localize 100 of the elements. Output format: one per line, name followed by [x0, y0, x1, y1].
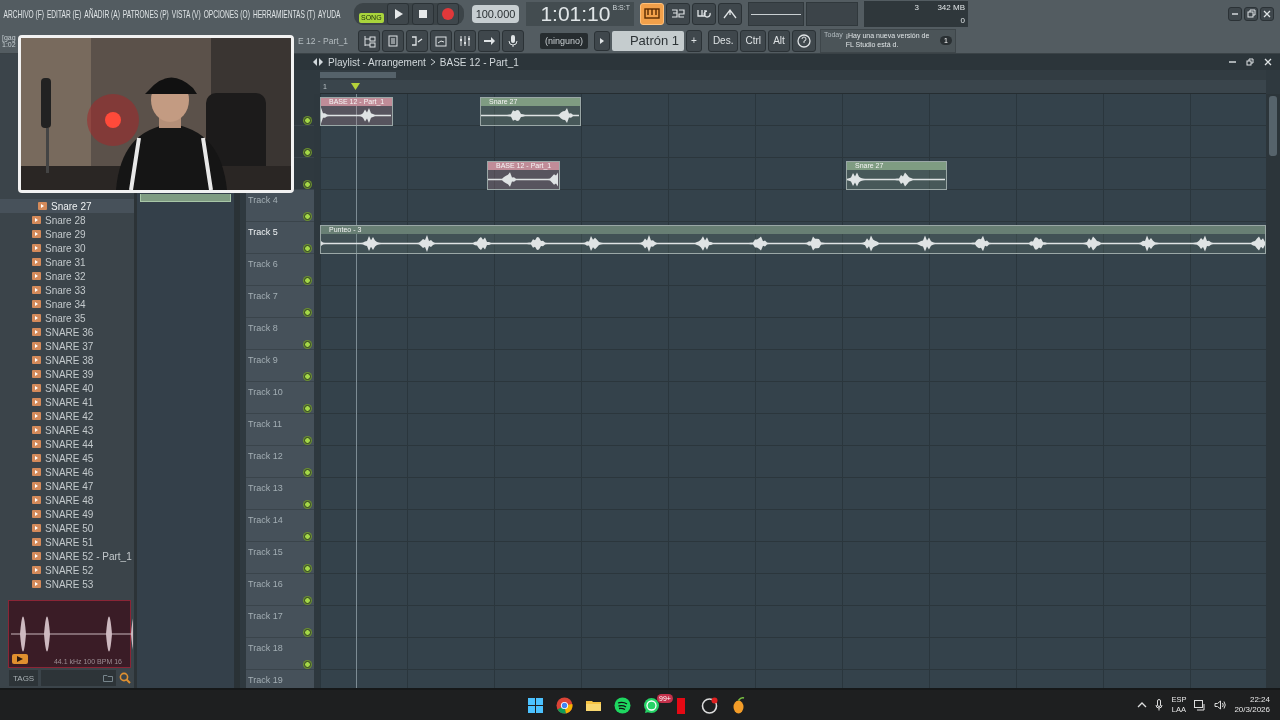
stop-button[interactable]	[411, 3, 434, 25]
track-header[interactable]: Track 5	[246, 222, 314, 254]
tags-field[interactable]	[41, 670, 116, 686]
track-toggle[interactable]	[304, 117, 311, 124]
tempo-field[interactable]: 100.000	[471, 5, 520, 23]
browser-item[interactable]: SNARE 42	[0, 409, 134, 423]
scrollbar-thumb[interactable]	[1269, 96, 1277, 156]
speaker-icon[interactable]	[1214, 700, 1227, 710]
track-header[interactable]: Track 9	[246, 350, 314, 382]
add-pattern-button[interactable]: +	[686, 29, 702, 52]
browser-item[interactable]: SNARE 43	[0, 423, 134, 437]
browser-item[interactable]: SNARE 46	[0, 465, 134, 479]
menu-item[interactable]: AYUDA	[318, 8, 341, 20]
toolbar-button[interactable]	[454, 29, 476, 52]
track-toggle[interactable]	[304, 629, 311, 636]
browser-item[interactable]: Snare 32	[0, 269, 134, 283]
track-header[interactable]: Track 19	[246, 670, 314, 688]
browser-item[interactable]: Snare 34	[0, 297, 134, 311]
toolbar-button[interactable]	[666, 3, 690, 25]
track-toggle[interactable]	[304, 149, 311, 156]
tags-button[interactable]: TAGS	[9, 670, 39, 686]
browser-item[interactable]: SNARE 44	[0, 437, 134, 451]
toolbar-button[interactable]	[478, 29, 500, 52]
browser-item[interactable]: Snare 29	[0, 227, 134, 241]
key-button[interactable]: Des.	[707, 29, 739, 52]
help-button[interactable]	[792, 29, 816, 52]
track-toggle[interactable]	[304, 533, 311, 540]
browser-item[interactable]: Snare 31	[0, 255, 134, 269]
audio-clip[interactable]	[140, 194, 231, 202]
track-header[interactable]: Track 10	[246, 382, 314, 414]
track-header[interactable]: Track 4	[246, 190, 314, 222]
browser-item[interactable]: SNARE 40	[0, 381, 134, 395]
clock[interactable]: 22:24 20/3/2026	[1234, 695, 1270, 715]
menu-item[interactable]: ARCHIVO (F)	[3, 8, 44, 20]
toolbar-button[interactable]	[358, 29, 380, 52]
browser-item[interactable]: Snare 28	[0, 213, 134, 227]
track-toggle[interactable]	[304, 213, 311, 220]
close-button[interactable]	[1260, 7, 1274, 21]
menu-item[interactable]: AÑADIR (A)	[84, 8, 120, 20]
track-toggle[interactable]	[304, 341, 311, 348]
browser-item[interactable]: SNARE 53	[0, 577, 134, 591]
browser-item[interactable]: SNARE 47	[0, 479, 134, 493]
browser-item[interactable]: SNARE 45	[0, 451, 134, 465]
restore-button[interactable]	[1243, 55, 1257, 69]
track-header[interactable]: Track 11	[246, 414, 314, 446]
toolbar-button[interactable]	[406, 29, 428, 52]
menu-item[interactable]: PATRONES (P)	[122, 8, 169, 20]
track-toggle[interactable]	[304, 245, 311, 252]
search-icon[interactable]	[119, 672, 131, 684]
track-toggle[interactable]	[304, 181, 311, 188]
toolbar-button[interactable]	[502, 29, 524, 52]
key-button[interactable]: Alt	[768, 29, 790, 52]
track-toggle[interactable]	[304, 437, 311, 444]
track-toggle[interactable]	[304, 661, 311, 668]
track-toggle[interactable]	[304, 277, 311, 284]
track-header[interactable]: Track 18	[246, 638, 314, 670]
track-header[interactable]: Track 17	[246, 606, 314, 638]
browser-item[interactable]: SNARE 38	[0, 353, 134, 367]
track-toggle[interactable]	[304, 565, 311, 572]
menu-item[interactable]: OPCIONES (O)	[203, 8, 250, 20]
minimize-button[interactable]	[1228, 7, 1242, 21]
browser-item[interactable]: SNARE 52 - Part_1	[0, 549, 134, 563]
browser-item[interactable]: SNARE 37	[0, 339, 134, 353]
track-header[interactable]: Track 6	[246, 254, 314, 286]
track-header[interactable]: Track 7	[246, 286, 314, 318]
track-toggle[interactable]	[304, 373, 311, 380]
track-toggle[interactable]	[304, 501, 311, 508]
scroller-thumb[interactable]	[320, 72, 396, 78]
pattern-field[interactable]: Patrón 1	[612, 30, 685, 51]
toolbar-button[interactable]	[430, 29, 452, 52]
toolbar-button[interactable]	[718, 3, 742, 25]
browser-item[interactable]: Snare 27	[0, 199, 134, 213]
browser-item[interactable]: SNARE 48	[0, 493, 134, 507]
track-header[interactable]: Track 8	[246, 318, 314, 350]
track-toggle[interactable]	[304, 309, 311, 316]
play-button[interactable]	[386, 3, 409, 25]
preset-field[interactable]: (ninguno)	[540, 32, 589, 49]
restore-button[interactable]	[1244, 7, 1258, 21]
browser-item[interactable]: SNARE 52	[0, 563, 134, 577]
key-button[interactable]: Ctrl	[740, 29, 766, 52]
menu-item[interactable]: HERRAMIENTAS (T)	[252, 8, 316, 20]
menu-item[interactable]: VISTA (V)	[171, 8, 201, 20]
microphone-icon[interactable]	[1155, 699, 1164, 711]
toolbar-button[interactable]	[692, 3, 716, 25]
browser-item[interactable]: SNARE 51	[0, 535, 134, 549]
track-toggle[interactable]	[304, 469, 311, 476]
track-header[interactable]: Track 13	[246, 478, 314, 510]
browser-item[interactable]: Snare 33	[0, 283, 134, 297]
track-header[interactable]: Track 12	[246, 446, 314, 478]
track-header[interactable]: Track 16	[246, 574, 314, 606]
browser-item[interactable]: Snare 35	[0, 311, 134, 325]
browser-item[interactable]: Snare 30	[0, 241, 134, 255]
track-header[interactable]: Track 15	[246, 542, 314, 574]
track-toggle[interactable]	[304, 597, 311, 604]
menu-item[interactable]: EDITAR (E)	[46, 8, 82, 20]
arrow-button[interactable]	[594, 30, 611, 51]
play-button[interactable]	[12, 654, 28, 664]
browser-item[interactable]: SNARE 36	[0, 325, 134, 339]
chevron-up-icon[interactable]	[1137, 702, 1148, 708]
track-header[interactable]: Track 14	[246, 510, 314, 542]
